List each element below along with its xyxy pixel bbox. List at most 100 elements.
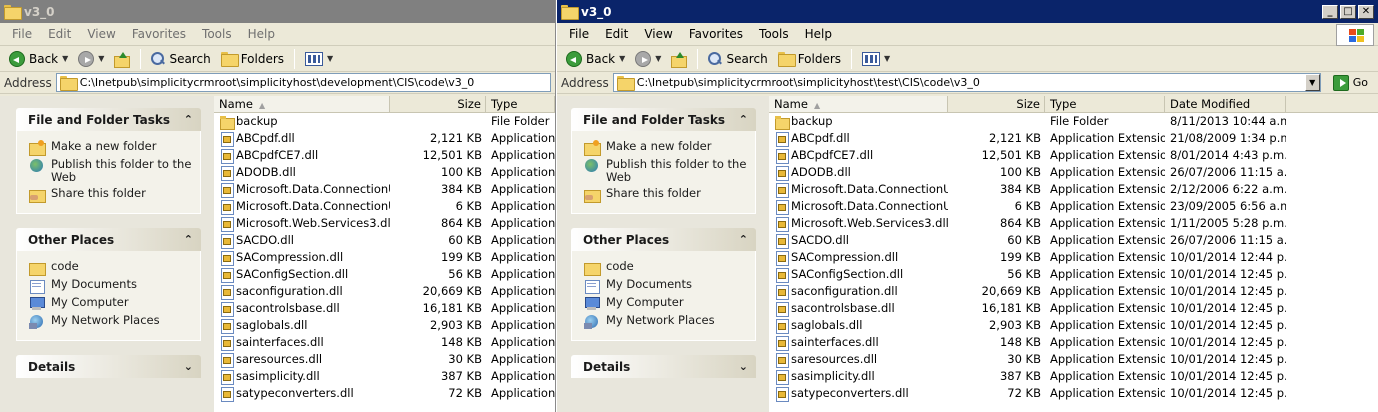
expand-chevron-icon[interactable]: ⌄ — [739, 360, 748, 373]
column-header-type[interactable]: Type — [486, 96, 555, 112]
file-row[interactable]: satypeconverters.dll 72 KB Application Ext… — [769, 385, 1378, 402]
address-dropdown-button[interactable]: ▼ — [1304, 74, 1320, 91]
column-header-size[interactable]: Size — [948, 96, 1045, 112]
panel-header[interactable]: File and Folder Tasks ⌃ — [16, 108, 201, 131]
file-row[interactable]: sainterfaces.dll 148 KB Application E — [214, 334, 555, 351]
menu-edit[interactable]: Edit — [597, 27, 636, 41]
file-row[interactable]: sacontrolsbase.dll 16,181 KB Application E… — [769, 300, 1378, 317]
file-row[interactable]: saglobals.dll 2,903 KB Application E — [214, 317, 555, 334]
file-row[interactable]: ADODB.dll 100 KB Application E — [214, 164, 555, 181]
file-row[interactable]: Microsoft.Data.ConnectionUI.... 384 KB App… — [214, 181, 555, 198]
folders-button[interactable]: Folders — [775, 50, 844, 68]
place-code-link[interactable]: code — [584, 260, 747, 276]
back-button[interactable]: Back ▼ — [6, 49, 71, 69]
collapse-chevron-icon[interactable]: ⌃ — [184, 233, 193, 246]
collapse-chevron-icon[interactable]: ⌃ — [739, 113, 748, 126]
menu-tools[interactable]: Tools — [194, 27, 240, 41]
place-code-link[interactable]: code — [29, 260, 192, 276]
file-row[interactable]: Microsoft.Data.ConnectionUI.dll 6 KB Appli… — [214, 198, 555, 215]
file-row[interactable]: SAConfigSection.dll 56 KB Application E — [214, 266, 555, 283]
menu-help[interactable]: Help — [797, 27, 840, 41]
file-row[interactable]: sasimplicity.dll 387 KB Application E — [214, 368, 555, 385]
file-row[interactable]: SACompression.dll 199 KB Application Exten… — [769, 249, 1378, 266]
file-row[interactable]: saconfiguration.dll 20,669 KB Application … — [214, 283, 555, 300]
forward-button[interactable]: ▼ — [75, 49, 107, 69]
file-row[interactable]: ABCpdfCE7.dll 12,501 KB Application E — [214, 147, 555, 164]
file-row[interactable]: Microsoft.Data.ConnectionUI.dll 6 KB Appli… — [769, 198, 1378, 215]
title-bar[interactable]: v3_0 — [0, 0, 555, 23]
back-button[interactable]: Back ▼ — [563, 49, 628, 69]
views-button[interactable]: ▼ — [302, 50, 336, 68]
file-row[interactable]: ABCpdf.dll 2,121 KB Application Extension 2… — [769, 130, 1378, 147]
file-row[interactable]: saglobals.dll 2,903 KB Application Extensi… — [769, 317, 1378, 334]
file-row[interactable]: ABCpdfCE7.dll 12,501 KB Application Extens… — [769, 147, 1378, 164]
file-row[interactable]: SAConfigSection.dll 56 KB Application Exte… — [769, 266, 1378, 283]
file-row[interactable]: SACDO.dll 60 KB Application E — [214, 232, 555, 249]
title-bar[interactable]: v3_0 _ □ ✕ — [557, 0, 1378, 23]
file-row[interactable]: Microsoft.Data.ConnectionUI.... 384 KB App… — [769, 181, 1378, 198]
search-button[interactable]: Search — [148, 50, 213, 68]
column-header-size[interactable]: Size — [390, 96, 486, 112]
menu-favorites[interactable]: Favorites — [124, 27, 194, 41]
file-row[interactable]: sainterfaces.dll 148 KB Application Extens… — [769, 334, 1378, 351]
dropdown-arrow-icon[interactable]: ▼ — [655, 54, 661, 63]
dropdown-arrow-icon[interactable]: ▼ — [619, 54, 625, 63]
menu-file[interactable]: File — [4, 27, 40, 41]
place-my-documents-link[interactable]: My Documents — [584, 278, 747, 294]
menu-edit[interactable]: Edit — [40, 27, 79, 41]
make-new-folder-link[interactable]: Make a new folder — [584, 140, 747, 156]
folders-button[interactable]: Folders — [218, 50, 287, 68]
panel-header[interactable]: Details ⌄ — [571, 355, 756, 378]
expand-chevron-icon[interactable]: ⌄ — [184, 360, 193, 373]
panel-header[interactable]: Other Places ⌃ — [571, 228, 756, 251]
place-network-link[interactable]: My Network Places — [29, 314, 192, 329]
maximize-button[interactable]: □ — [1340, 4, 1356, 19]
column-header-type[interactable]: Type — [1045, 96, 1165, 112]
file-row[interactable]: sasimplicity.dll 387 KB Application Extens… — [769, 368, 1378, 385]
column-header-date[interactable]: Date Modified — [1165, 96, 1286, 112]
file-row[interactable]: saconfiguration.dll 20,669 KB Application … — [769, 283, 1378, 300]
file-row[interactable]: ABCpdf.dll 2,121 KB Application E — [214, 130, 555, 147]
file-row[interactable]: saresources.dll 30 KB Application E — [214, 351, 555, 368]
place-network-link[interactable]: My Network Places — [584, 314, 747, 329]
collapse-chevron-icon[interactable]: ⌃ — [184, 113, 193, 126]
collapse-chevron-icon[interactable]: ⌃ — [739, 233, 748, 246]
column-header-name[interactable]: Name ▲ — [214, 96, 391, 112]
forward-button[interactable]: ▼ — [632, 49, 664, 69]
address-input[interactable]: C:\Inetpub\simplicitycrmroot\simplicityh… — [612, 73, 1321, 92]
dropdown-arrow-icon[interactable]: ▼ — [98, 54, 104, 63]
menu-view[interactable]: View — [79, 27, 123, 41]
place-my-computer-link[interactable]: My Computer — [584, 296, 747, 311]
file-row[interactable]: sacontrolsbase.dll 16,181 KB Application E — [214, 300, 555, 317]
search-button[interactable]: Search — [705, 50, 770, 68]
publish-folder-link[interactable]: Publish this folder to the Web — [29, 158, 192, 184]
file-row[interactable]: Microsoft.Web.Services3.dll 864 KB Applica… — [214, 215, 555, 232]
minimize-button[interactable]: _ — [1322, 4, 1338, 19]
file-row[interactable]: backup File Folder 8/11/2013 10:44 a.m. — [769, 113, 1378, 130]
place-my-computer-link[interactable]: My Computer — [29, 296, 192, 311]
go-button[interactable]: Go — [1327, 74, 1374, 91]
make-new-folder-link[interactable]: Make a new folder — [29, 140, 192, 156]
share-folder-link[interactable]: Share this folder — [584, 187, 747, 203]
file-row[interactable]: satypeconverters.dll 72 KB Application E — [214, 385, 555, 402]
file-row[interactable]: ADODB.dll 100 KB Application Extension 26/0… — [769, 164, 1378, 181]
menu-file[interactable]: File — [561, 27, 597, 41]
publish-folder-link[interactable]: Publish this folder to the Web — [584, 158, 747, 184]
up-folder-button[interactable] — [668, 50, 690, 68]
dropdown-arrow-icon[interactable]: ▼ — [62, 54, 68, 63]
place-my-documents-link[interactable]: My Documents — [29, 278, 192, 294]
address-input[interactable]: C:\Inetpub\simplicitycrmroot\simplicityh… — [55, 73, 551, 92]
menu-favorites[interactable]: Favorites — [681, 27, 751, 41]
column-header-name[interactable]: Name ▲ — [769, 96, 948, 112]
menu-help[interactable]: Help — [240, 27, 283, 41]
file-row[interactable]: Microsoft.Web.Services3.dll 864 KB Applica… — [769, 215, 1378, 232]
panel-header[interactable]: Details ⌄ — [16, 355, 201, 378]
menu-view[interactable]: View — [636, 27, 680, 41]
views-button[interactable]: ▼ — [859, 50, 893, 68]
share-folder-link[interactable]: Share this folder — [29, 187, 192, 203]
file-row[interactable]: backup File Folder — [214, 113, 555, 130]
up-folder-button[interactable] — [111, 50, 133, 68]
close-button[interactable]: ✕ — [1358, 4, 1374, 19]
file-row[interactable]: SACDO.dll 60 KB Application Extension 26/07… — [769, 232, 1378, 249]
menu-tools[interactable]: Tools — [751, 27, 797, 41]
